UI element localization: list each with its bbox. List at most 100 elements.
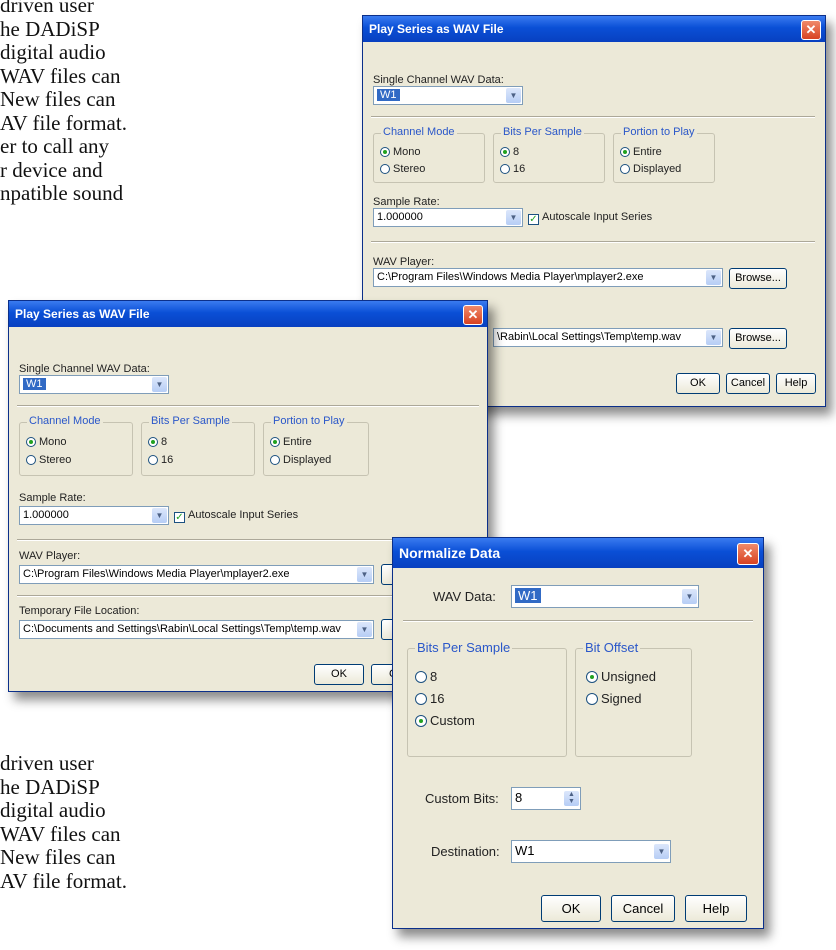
cancel-button[interactable]: Cancel	[726, 373, 770, 394]
divider	[403, 620, 753, 622]
text-line: New files can	[0, 845, 116, 869]
divider	[371, 116, 815, 118]
temp-file-select[interactable]: \Rabin\Local Settings\Temp\temp.wav ▼	[493, 328, 723, 347]
checkbox-label: Autoscale Input Series	[188, 509, 299, 521]
title-bar: Normalize Data ✕	[393, 538, 763, 568]
chevron-down-icon[interactable]: ▼	[152, 377, 167, 392]
radio-label: 16	[513, 163, 526, 175]
text-line: driven user	[0, 0, 94, 17]
group-title: Portion to Play	[271, 415, 347, 427]
radio-circle	[270, 455, 280, 465]
cancel-button[interactable]: Cancel	[611, 895, 675, 922]
bits-per-sample-group: Bits Per Sample 8 16 Custom	[407, 640, 567, 757]
wav-player-value: C:\Program Files\Windows Media Player\mp…	[377, 271, 644, 283]
radio-8[interactable]: 8	[415, 669, 437, 684]
channel-data-label: Single Channel WAV Data:	[19, 363, 150, 375]
ok-button[interactable]: OK	[676, 373, 720, 394]
radio-mono[interactable]: Mono	[26, 436, 67, 448]
text-line: he DADiSP	[0, 774, 100, 799]
portion-group: Portion to Play Entire Displayed	[263, 415, 369, 476]
chevron-down-icon[interactable]: ▼	[506, 210, 521, 225]
chevron-down-icon[interactable]: ▼	[706, 330, 721, 345]
browse-button[interactable]: Browse...	[729, 268, 787, 289]
temp-file-value: \Rabin\Local Settings\Temp\temp.wav	[497, 331, 682, 343]
radio-entire[interactable]: Entire	[270, 436, 312, 448]
autoscale-checkbox[interactable]: ✓ Autoscale Input Series	[528, 211, 652, 225]
ok-button[interactable]: OK	[314, 664, 364, 685]
radio-label: Entire	[633, 146, 662, 158]
spinner-arrows-icon[interactable]: ▲ ▼	[564, 791, 579, 806]
chevron-down-icon[interactable]: ▼	[682, 589, 697, 604]
radio-unsigned[interactable]: Unsigned	[586, 669, 656, 684]
radio-16[interactable]: 16	[500, 163, 525, 175]
checkmark-icon: ✓	[528, 214, 539, 225]
radio-circle	[148, 437, 158, 447]
browse-button[interactable]: Browse...	[729, 328, 787, 349]
help-button[interactable]: Help	[776, 373, 816, 394]
radio-signed[interactable]: Signed	[586, 691, 641, 706]
radio-stereo[interactable]: Stereo	[380, 163, 425, 175]
text-line: er to call any	[0, 134, 110, 158]
radio-8[interactable]: 8	[148, 436, 167, 448]
close-icon[interactable]: ✕	[737, 543, 759, 565]
text-line: AV file format.	[0, 868, 127, 893]
radio-mono[interactable]: Mono	[380, 146, 421, 158]
radio-circle	[270, 437, 280, 447]
dialog-title: Normalize Data	[399, 545, 501, 561]
radio-displayed[interactable]: Displayed	[270, 454, 331, 466]
radio-circle	[415, 715, 427, 727]
text-line: WAV files can	[0, 63, 121, 88]
radio-label: Displayed	[633, 163, 682, 175]
close-icon[interactable]: ✕	[463, 305, 483, 325]
wav-data-select[interactable]: W1 ▼	[511, 585, 699, 608]
destination-select[interactable]: W1 ▼	[511, 840, 671, 863]
custom-bits-spinner[interactable]: 8 ▲ ▼	[511, 787, 581, 810]
radio-label: Displayed	[283, 454, 332, 466]
sample-rate-select[interactable]: 1.000000 ▼	[19, 506, 169, 525]
radio-16[interactable]: 16	[148, 454, 173, 466]
divider	[371, 241, 815, 243]
radio-stereo[interactable]: Stereo	[26, 454, 71, 466]
radio-entire[interactable]: Entire	[620, 146, 662, 158]
radio-circle	[380, 147, 390, 157]
radio-label: 8	[513, 146, 520, 158]
sample-rate-label: Sample Rate:	[19, 492, 86, 504]
radio-circle	[26, 437, 36, 447]
channel-mode-group: Channel Mode Mono Stereo	[373, 126, 485, 183]
temp-file-select[interactable]: C:\Documents and Settings\Rabin\Local Se…	[19, 620, 374, 639]
ok-button[interactable]: OK	[541, 895, 601, 922]
channel-data-select[interactable]: W1 ▼	[373, 86, 523, 105]
wav-player-select[interactable]: C:\Program Files\Windows Media Player\mp…	[19, 565, 374, 584]
custom-bits-value: 8	[515, 790, 523, 805]
help-button[interactable]: Help	[685, 895, 747, 922]
radio-label: Stereo	[393, 163, 426, 175]
group-title: Portion to Play	[621, 126, 697, 138]
group-title: Channel Mode	[27, 415, 103, 427]
chevron-down-icon[interactable]: ▼	[152, 508, 167, 523]
background-text-bottom: driven user he DADiSP digital audio WAV …	[0, 751, 330, 893]
close-icon[interactable]: ✕	[801, 20, 821, 40]
radio-label: Stereo	[39, 454, 72, 466]
wav-player-select[interactable]: C:\Program Files\Windows Media Player\mp…	[373, 268, 723, 287]
radio-displayed[interactable]: Displayed	[620, 163, 681, 175]
chevron-down-icon[interactable]: ▼	[654, 844, 669, 859]
chevron-down-icon[interactable]: ▼	[506, 88, 521, 103]
chevron-down-icon[interactable]: ▼	[706, 270, 721, 285]
wav-player-value: C:\Program Files\Windows Media Player\mp…	[23, 568, 290, 580]
radio-circle	[380, 164, 390, 174]
text-line: npatible sound	[0, 181, 124, 205]
channel-data-select[interactable]: W1 ▼	[19, 375, 169, 394]
autoscale-checkbox[interactable]: ✓ Autoscale Input Series	[174, 509, 298, 523]
radio-8[interactable]: 8	[500, 146, 519, 158]
sample-rate-select[interactable]: 1.000000 ▼	[373, 208, 523, 227]
channel-data-value: W1	[23, 378, 46, 390]
radio-custom[interactable]: Custom	[415, 713, 475, 728]
wav-data-label: WAV Data:	[433, 589, 496, 604]
radio-16[interactable]: 16	[415, 691, 444, 706]
radio-circle	[620, 164, 630, 174]
chevron-down-icon[interactable]: ▼	[357, 567, 372, 582]
chevron-down-icon[interactable]: ▼	[357, 622, 372, 637]
temp-file-label: Temporary File Location:	[19, 605, 140, 617]
radio-label: Mono	[39, 436, 67, 448]
background-text-top: driven user he DADiSP digital audio WAV …	[0, 0, 330, 206]
